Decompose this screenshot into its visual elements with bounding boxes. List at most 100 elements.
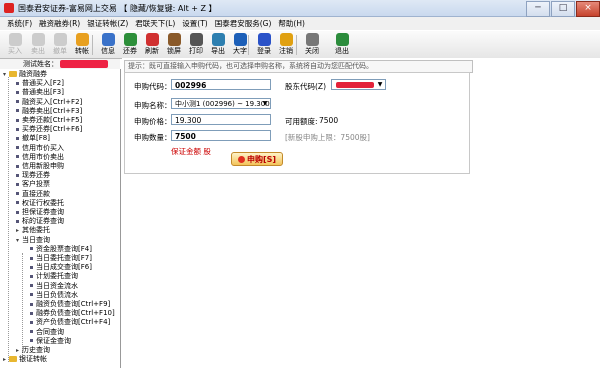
- folder-icon: [9, 71, 17, 77]
- name-select[interactable]: 中小测1 (002996) ~ 19.300 ▼: [171, 98, 271, 109]
- tree-item[interactable]: 合同查询: [30, 328, 64, 336]
- menu-junlian[interactable]: 君联天下(L): [135, 18, 175, 29]
- tree-item[interactable]: 融资负债查询[Ctrl+F9]: [30, 300, 110, 308]
- menu-system[interactable]: 系统(F): [7, 18, 32, 29]
- tree-item[interactable]: 直接还款: [16, 190, 50, 198]
- menu-bank-transfer[interactable]: 银证转帐(Z): [87, 18, 128, 29]
- tree-item[interactable]: 当日委托查询[F7]: [30, 254, 92, 262]
- lock-screen-icon: [167, 33, 181, 46]
- toolbar-button-print[interactable]: 打印: [184, 32, 208, 57]
- navigation-tree: ▾ 融资融券 普通买入[F2] 普通卖出[F3] 融资买入[Ctrl+F2] 融券卖出[C…: [0, 69, 121, 368]
- tree-item[interactable]: ▾ 当日查询: [16, 236, 50, 244]
- tree-item[interactable]: 买券还券[Ctrl+F6]: [16, 125, 82, 133]
- toolbar-button-logout[interactable]: 注销: [274, 32, 298, 57]
- bullet-icon: [16, 155, 19, 159]
- toolbar-button-refresh[interactable]: 刷新: [140, 32, 164, 57]
- quantity-input[interactable]: 7500: [171, 130, 271, 141]
- tree-item[interactable]: 当日负债流水: [30, 291, 78, 299]
- tree-item[interactable]: 标的证券查询: [16, 217, 64, 225]
- tree-item[interactable]: 信用新股申购: [16, 162, 64, 170]
- tree-folder[interactable]: ▸ 银证转帐: [3, 355, 47, 363]
- bullet-icon: [16, 90, 19, 94]
- cancel-order-icon: [53, 33, 67, 46]
- toolbar-button-return-stock[interactable]: 还券: [118, 32, 142, 57]
- tree-item[interactable]: 卖券还款[Ctrl+F5]: [16, 116, 82, 124]
- expand-icon[interactable]: ▸: [3, 356, 7, 364]
- toolbar-button-transfer[interactable]: 转帐: [70, 32, 94, 57]
- tree-item-label: 融券负债查询[Ctrl+F10]: [36, 309, 115, 318]
- tree-item[interactable]: ▸ 历史查询: [16, 346, 50, 354]
- toolbar-button-exit[interactable]: 退出: [330, 32, 354, 57]
- menu-gtja-service[interactable]: 国泰君安服务(G): [215, 18, 272, 29]
- chevron-down-icon: ▼: [377, 81, 383, 88]
- toolbar-button-lock-screen[interactable]: 锁屏: [162, 32, 186, 57]
- tree-item-label: 买券还券[Ctrl+F6]: [22, 125, 83, 134]
- close-button[interactable]: ×: [576, 1, 600, 17]
- collapse-icon[interactable]: ▾: [16, 237, 20, 245]
- tree-item-label: 信用市价买入: [22, 143, 64, 152]
- toolbar-label: 退出: [335, 47, 349, 55]
- tree-item[interactable]: 当日成交查询[F6]: [30, 263, 92, 271]
- available-label: 可用额度:: [285, 117, 318, 126]
- bullet-icon: [30, 265, 33, 269]
- menu-margin-trading[interactable]: 融资融券(R): [39, 18, 80, 29]
- expand-icon[interactable]: ▸: [16, 227, 20, 235]
- tree-item-label: 当日资金流水: [36, 281, 78, 290]
- menu-settings[interactable]: 设置(T): [182, 18, 207, 29]
- tree-item[interactable]: 信用市价买入: [16, 144, 64, 152]
- toolbar-separator: [248, 35, 249, 55]
- tree-item[interactable]: 担保证券查询: [16, 208, 64, 216]
- tree-item[interactable]: 现券还券: [16, 171, 50, 179]
- tree-item[interactable]: 权证行权委托: [16, 199, 64, 207]
- maximize-button[interactable]: □: [551, 1, 575, 17]
- bullet-icon: [16, 109, 19, 113]
- toolbar-button-login[interactable]: 登录: [252, 32, 276, 57]
- tree-item-label: 普通买入[F2]: [22, 79, 64, 88]
- buy-icon: [8, 33, 22, 46]
- tree-item-label: 担保证券查询: [22, 208, 64, 216]
- window-controls: ─ □ ×: [525, 0, 600, 17]
- toolbar: 买入 卖出 撤单 转帐 信息 还券 刷新 锁屏 打印 导出 大字 登录 注销 关闭 退出: [0, 31, 600, 59]
- tree-item-label: 当日委托查询[F7]: [36, 254, 92, 262]
- tree-item[interactable]: 融券负债查询[Ctrl+F10]: [30, 309, 115, 317]
- tree-folder[interactable]: ▾ 融资融券: [3, 70, 47, 78]
- tree-item[interactable]: 融券卖出[Ctrl+F3]: [16, 107, 82, 115]
- tree-item[interactable]: 信用市价卖出: [16, 153, 64, 161]
- minimize-button[interactable]: ─: [526, 1, 550, 17]
- account-select[interactable]: ▼: [331, 79, 386, 90]
- subscribe-button[interactable]: 申购[S]: [231, 152, 283, 166]
- code-input[interactable]: 002996: [171, 79, 271, 90]
- expand-icon[interactable]: ▸: [16, 347, 20, 355]
- toolbar-button-close-window[interactable]: 关闭: [300, 32, 324, 57]
- bullet-icon: [30, 311, 33, 315]
- menu-help[interactable]: 帮助(H): [278, 18, 305, 29]
- tree-item-label: 权证行权委托: [22, 198, 64, 207]
- bullet-icon: [30, 247, 33, 251]
- tree-item-label: 信用市价卖出: [22, 152, 64, 161]
- menu-bar: 系统(F) 融资融券(R) 银证转帐(Z) 君联天下(L) 设置(T) 国泰君安…: [0, 17, 600, 30]
- login-icon: [257, 33, 271, 46]
- bullet-icon: [16, 182, 19, 186]
- tree-item-label: 当日负债流水: [36, 290, 78, 299]
- bullet-icon: [30, 293, 33, 297]
- tree-item-label: 其他委托: [22, 226, 50, 235]
- tree-item-label: 卖券还款[Ctrl+F5]: [22, 116, 83, 124]
- toolbar-button-info[interactable]: 信息: [96, 32, 120, 57]
- tree-item[interactable]: 当日资金流水: [30, 282, 78, 290]
- tree-item[interactable]: 融资买入[Ctrl+F2]: [16, 98, 82, 106]
- logout-icon: [279, 33, 293, 46]
- tree-item[interactable]: 资产负债查询[Ctrl+F4]: [30, 318, 110, 326]
- tree-item[interactable]: 客户投票: [16, 180, 50, 188]
- tree-item[interactable]: 普通卖出[F3]: [16, 88, 64, 96]
- tree-item[interactable]: 资金股票查询[F4]: [30, 245, 92, 253]
- price-input[interactable]: 19.300: [171, 114, 271, 125]
- bullet-icon: [16, 81, 19, 85]
- tree-item[interactable]: 撤单[F8]: [16, 134, 50, 142]
- tree-item[interactable]: ▸ 其他委托: [16, 226, 50, 234]
- subscribe-icon: [237, 156, 245, 163]
- collapse-icon[interactable]: ▾: [3, 71, 7, 79]
- tree-item[interactable]: 普通买入[F2]: [16, 79, 64, 87]
- tree-item[interactable]: 保证金查询: [30, 337, 71, 345]
- tree-item[interactable]: 计划委托查询: [30, 272, 78, 280]
- toolbar-button-export[interactable]: 导出: [206, 32, 230, 57]
